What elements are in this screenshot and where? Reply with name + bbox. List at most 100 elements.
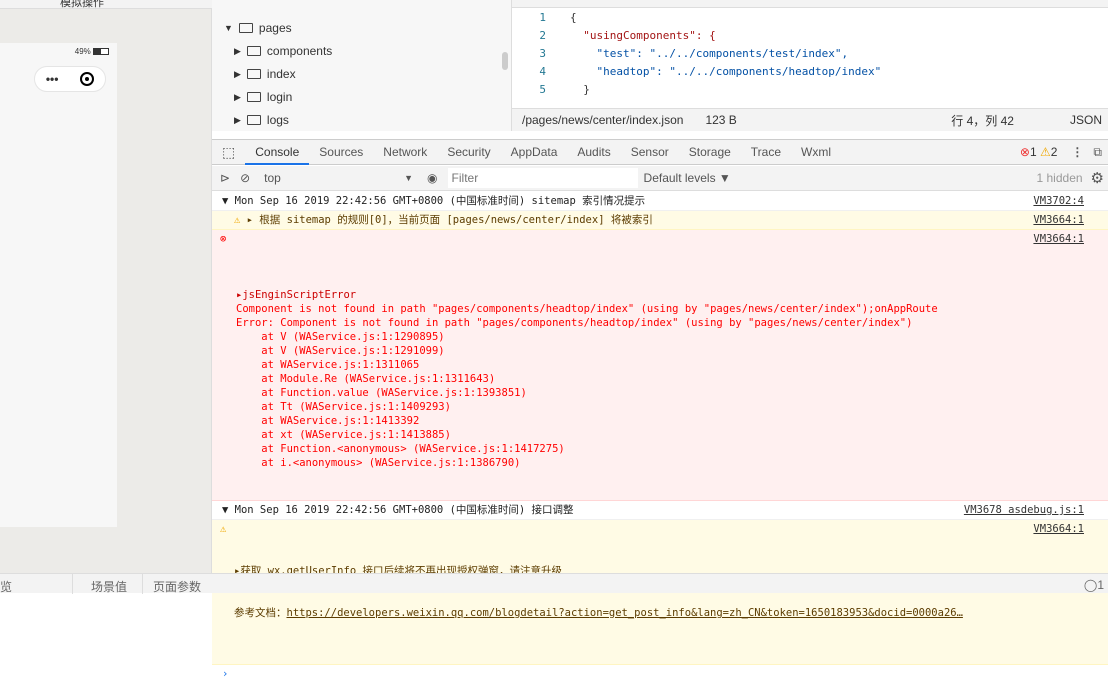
bell-icon: ◯ [1083,578,1098,592]
file-size: 123 B [705,113,737,127]
code-line: } [570,83,590,96]
dock-icon[interactable]: ⧉ [1093,145,1102,160]
simulator-panel: 模拟操作 49% ••• [0,0,212,573]
line-number: 3 [539,47,546,60]
error-line: at WAService.js:1:1311065 [236,359,420,371]
console-prompt[interactable]: › [212,665,1108,683]
language-mode[interactable]: JSON [1070,113,1102,127]
dropdown-icon: ▼ [404,173,414,183]
console-group[interactable]: ▼ Mon Sep 16 2019 22:42:56 GMT+0800 (中国标… [212,192,1108,211]
source-link[interactable]: VM3664:1 [1033,232,1084,246]
code-line: { [570,11,577,24]
tree-item-pages[interactable]: ▼ pages [224,18,292,38]
error-line: at Function.value (WAService.js:1:139385… [236,387,527,399]
caret-right-icon: ▶ [234,45,241,56]
file-path: /pages/news/center/index.json [522,113,684,127]
tree-scrollbar[interactable] [502,52,508,70]
error-line: Component is not found in path "pages/co… [236,303,938,315]
caret-right-icon: ▶ [234,91,241,102]
battery-icon [93,48,109,56]
bottom-partial-label: 览 [0,580,13,594]
tab-sensor[interactable]: Sensor [621,139,679,165]
code-line: "usingComponents": { [570,29,716,42]
notification-count[interactable]: ◯1 [1084,578,1104,592]
line-number: 2 [539,29,546,42]
error-title[interactable]: ▸jsEnginScriptError [236,288,1084,302]
context-select[interactable]: top [264,171,404,185]
source-link[interactable]: VM3678 asdebug.js:1 [964,503,1084,517]
console-output: ▼ Mon Sep 16 2019 22:42:56 GMT+0800 (中国标… [212,192,1108,680]
line-number: 1 [539,11,546,24]
tab-network[interactable]: Network [373,139,437,165]
tab-appdata[interactable]: AppData [501,139,568,165]
warning-icon: ⚠ [234,214,247,226]
page-params-tab[interactable]: 页面参数 [142,574,201,594]
tab-storage[interactable]: Storage [679,139,741,165]
caret-right-icon: ▶ [234,114,241,125]
source-link[interactable]: VM3664:1 [1033,522,1084,536]
devtools-tabs: ⬚ Console Sources Network Security AppDa… [212,139,1108,165]
more-icon[interactable]: ••• [46,72,59,86]
scene-value-tab[interactable]: 场景值 [72,574,127,594]
tab-wxml[interactable]: Wxml [791,139,841,165]
tree-item-logs[interactable]: ▶ logs [234,110,289,130]
simulate-action-select[interactable]: 模拟操作 [60,0,104,10]
error-icon: ⊗ [220,233,227,245]
phone-screen: 49% ••• [0,43,117,527]
tree-item-components[interactable]: ▶ components [234,41,332,61]
console-group[interactable]: ▼ Mon Sep 16 2019 22:42:56 GMT+0800 (中国标… [212,501,1108,520]
console-warning[interactable]: ⚠ ▸ 根据 sitemap 的规则[0]，当前页面 [pages/news/c… [212,211,1108,230]
error-icon: ⊗ [1019,145,1030,159]
line-number: 5 [539,83,546,96]
tab-console[interactable]: Console [245,139,310,165]
tree-item-index[interactable]: ▶ index [234,64,296,84]
caret-down-icon: ▼ [224,23,233,33]
console-error[interactable]: ⊗ VM3664:1 ▸jsEnginScriptError Component … [212,230,1108,501]
filter-input[interactable] [447,168,638,188]
settings-gear-icon[interactable]: ⚙ [1091,169,1104,187]
tab-audits[interactable]: Audits [567,139,620,165]
folder-icon [246,46,261,56]
battery-status: 49% [75,47,109,56]
source-link[interactable]: VM3664:1 [1033,213,1084,227]
error-line: Error: Component is not found in path "p… [236,317,913,329]
capsule-button[interactable]: ••• [34,66,106,92]
line-number: 4 [539,65,546,78]
error-line: at xt (WAService.js:1:1413885) [236,429,451,441]
error-line: at Module.Re (WAService.js:1:1311643) [236,373,496,385]
tab-sources[interactable]: Sources [309,139,373,165]
inspect-icon[interactable]: ⬚ [212,144,245,161]
warning-icon: ⚠ [1039,145,1051,159]
source-link[interactable]: VM3702:4 [1033,194,1084,208]
tree-item-login[interactable]: ▶ login [234,87,292,107]
hidden-count: 1 hidden [1036,171,1083,185]
clear-console-icon[interactable]: ⊘ [240,171,250,185]
log-levels-select[interactable]: Default levels ▼ [644,171,731,185]
code-line: "headtop": "../../components/headtop/ind… [570,65,882,78]
error-count[interactable]: ⊗1 ⚠2 [1020,145,1058,159]
simulator-toolbar: 模拟操作 [0,0,212,9]
sidebar-toggle-icon[interactable]: ⊳ [220,171,230,185]
code-editor[interactable]: 1 { 2 "usingComponents": { 3 "test": "../… [512,0,1108,108]
console-toolbar: ⊳ ⊘ top ▼ ◉ Default levels ▼ 1 hidden ⚙ [212,166,1108,191]
error-line: at V (WAService.js:1:1291099) [236,345,445,357]
warning-icon: ⚠ [220,523,227,535]
error-line: at WAService.js:1:1413392 [236,415,420,427]
tab-security[interactable]: Security [437,139,500,165]
folder-icon [246,92,261,102]
caret-right-icon: ▶ [234,68,241,79]
tab-trace[interactable]: Trace [741,139,791,165]
close-circle-icon[interactable] [80,72,95,86]
eye-icon[interactable]: ◉ [427,171,437,185]
error-line: at Tt (WAService.js:1:1409293) [236,401,451,413]
folder-open-icon [238,23,253,33]
doc-link[interactable]: https://developers.weixin.qq.com/blogdet… [287,607,963,619]
folder-icon [246,69,261,79]
cursor-position[interactable]: 行 4，列 42 [951,112,1014,129]
editor-status-bar: /pages/news/center/index.json 123 B 行 4，… [512,108,1108,131]
more-menu-icon[interactable]: ⋮ [1071,145,1083,159]
error-line: at V (WAService.js:1:1290895) [236,331,445,343]
file-tree: ▼ pages ▶ components ▶ index ▶ login ▶ logs [212,0,512,131]
folder-icon [246,115,261,125]
error-line: at Function.<anonymous> (WAService.js:1:… [236,443,565,455]
